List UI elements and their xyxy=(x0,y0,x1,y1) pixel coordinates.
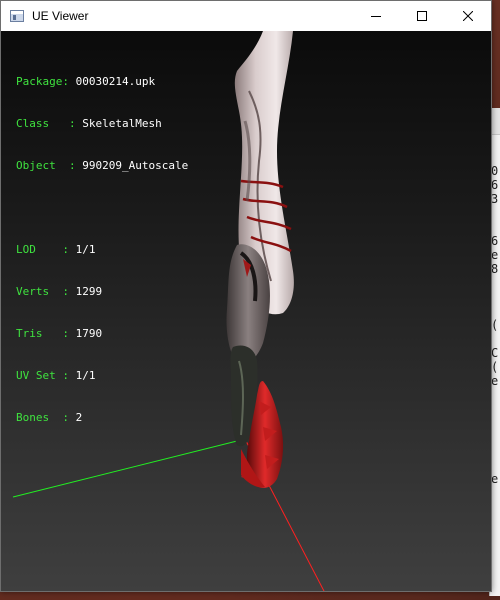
background-app-char: 6 xyxy=(491,178,499,192)
info-uvset: UV Set : 1/1 xyxy=(16,369,188,383)
info-bones: Bones : 2 xyxy=(16,411,188,425)
info-spacer xyxy=(16,201,188,215)
background-app-char: e xyxy=(491,374,499,388)
background-app-char: e xyxy=(491,472,499,486)
app-window-icon xyxy=(10,10,24,22)
close-icon xyxy=(463,11,473,21)
info-tris-value: 1790 xyxy=(75,327,103,340)
close-button[interactable] xyxy=(445,1,491,31)
info-lod-value: 1/1 xyxy=(75,243,96,256)
info-package: Package: 00030214.upk xyxy=(16,75,188,89)
window-title: UE Viewer xyxy=(32,9,89,23)
info-uvset-value: 1/1 xyxy=(75,369,96,382)
info-verts: Verts : 1299 xyxy=(16,285,188,299)
info-object-label: Object : xyxy=(16,159,83,172)
background-app-char: 8 xyxy=(491,262,499,276)
mesh-info-overlay: Package: 00030214.upk Class : SkeletalMe… xyxy=(16,47,188,453)
minimize-icon xyxy=(371,16,381,17)
background-app-char: 6 xyxy=(491,234,499,248)
info-class: Class : SkeletalMesh xyxy=(16,117,188,131)
info-verts-value: 1299 xyxy=(75,285,103,298)
background-app-char: ( xyxy=(491,360,499,374)
maximize-icon xyxy=(417,11,427,21)
background-app-char: e xyxy=(491,248,499,262)
ue-viewer-window: UE Viewer Package: 00030214.upk Class: … xyxy=(0,0,492,592)
info-bones-label: Bones : xyxy=(16,411,76,424)
background-app-char: 3 xyxy=(491,192,499,206)
info-object-value: 990209_Autoscale xyxy=(82,159,189,172)
info-tris: Tris : 1790 xyxy=(16,327,188,341)
title-bar[interactable]: UE Viewer xyxy=(1,1,491,31)
info-tris-label: Tris : xyxy=(16,327,76,340)
info-package-label: Package: xyxy=(16,75,76,88)
info-lod-label: LOD : xyxy=(16,243,76,256)
background-app-char: 0 xyxy=(491,164,499,178)
info-verts-label: Verts : xyxy=(16,285,76,298)
info-uvset-label: UV Set : xyxy=(16,369,76,382)
minimize-button[interactable] xyxy=(353,1,399,31)
3d-viewport[interactable]: Package: 00030214.upk Class : SkeletalMe… xyxy=(1,31,491,591)
info-object: Object : 990209_Autoscale xyxy=(16,159,188,173)
info-class-label: Class : xyxy=(16,117,83,130)
info-class-value: SkeletalMesh xyxy=(82,117,162,130)
info-package-value: 00030214.upk xyxy=(75,75,156,88)
window-controls xyxy=(353,1,491,31)
background-app-char: ( xyxy=(491,318,499,332)
background-app-char: C xyxy=(491,346,499,360)
maximize-button[interactable] xyxy=(399,1,445,31)
info-lod: LOD : 1/1 xyxy=(16,243,188,257)
info-bones-value: 2 xyxy=(75,411,83,424)
